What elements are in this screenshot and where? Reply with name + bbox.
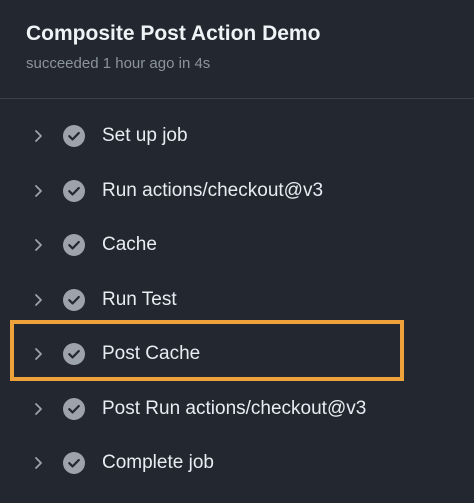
step-label: Set up job — [102, 125, 188, 147]
step-label: Run Test — [102, 288, 177, 310]
job-title: Composite Post Action Demo — [26, 22, 321, 45]
step-label: Run actions/checkout@v3 — [102, 179, 324, 201]
step-label: Post Cache — [102, 343, 201, 365]
chevron-right-icon — [35, 293, 42, 306]
step-complete-job[interactable]: Complete job — [0, 436, 474, 491]
chevron-right-icon — [35, 348, 42, 361]
chevron-right-icon — [35, 402, 42, 415]
check-circle-icon — [63, 452, 85, 475]
check-circle-icon — [63, 179, 85, 202]
job-status-summary: succeeded 1 hour ago in 4s — [26, 55, 211, 72]
check-circle-icon — [63, 397, 85, 420]
step-set-up-job[interactable]: Set up job — [0, 109, 474, 164]
chevron-right-icon — [35, 184, 42, 197]
step-post-run-checkout[interactable]: Post Run actions/checkout@v3 — [0, 382, 474, 437]
step-post-cache[interactable]: Post Cache — [0, 327, 474, 382]
step-run-test[interactable]: Run Test — [0, 273, 474, 328]
chevron-right-icon — [35, 239, 42, 252]
step-label: Cache — [102, 234, 157, 256]
check-circle-icon — [63, 288, 85, 311]
step-label: Post Run actions/checkout@v3 — [102, 397, 367, 419]
check-circle-icon — [63, 234, 85, 257]
chevron-right-icon — [35, 457, 42, 470]
job-header: Composite Post Action Demo succeeded 1 h… — [0, 0, 474, 99]
step-label: Complete job — [102, 452, 214, 474]
step-list: Set up job Run actions/checkout@v3 Cache… — [0, 109, 474, 491]
check-circle-icon — [63, 343, 85, 366]
check-circle-icon — [63, 125, 85, 148]
step-run-checkout[interactable]: Run actions/checkout@v3 — [0, 164, 474, 219]
step-cache[interactable]: Cache — [0, 218, 474, 273]
chevron-right-icon — [35, 130, 42, 143]
